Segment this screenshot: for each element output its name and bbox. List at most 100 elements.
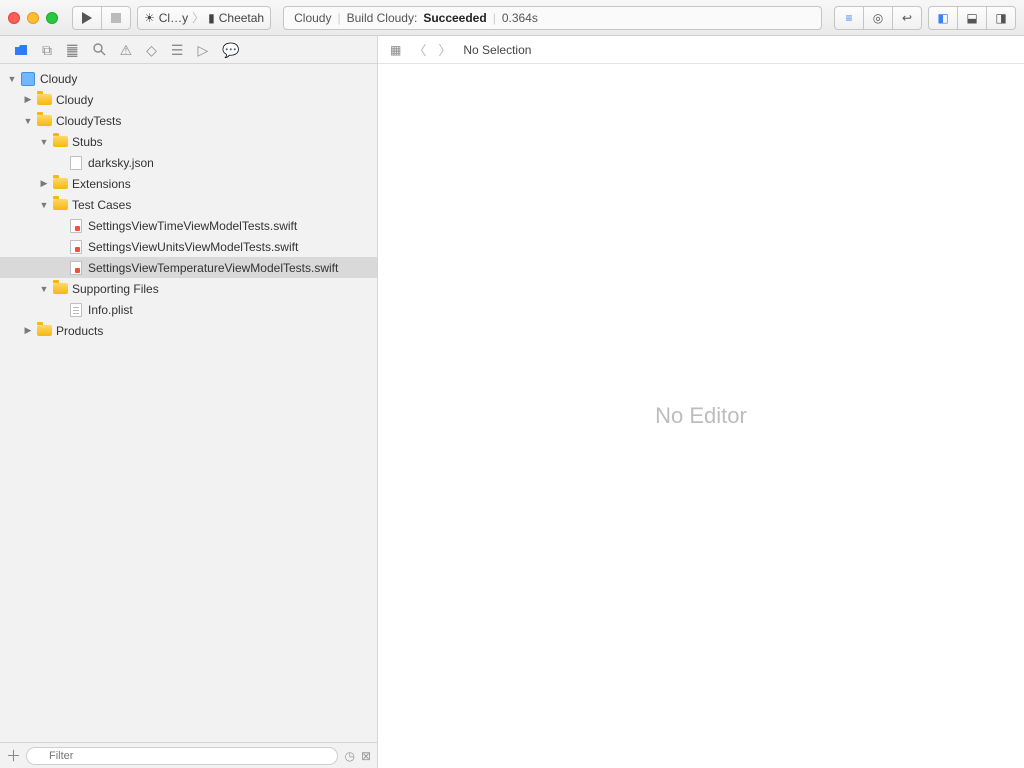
tree-row[interactable]: ▼ Stubs — [0, 131, 377, 152]
tree-row-label: Info.plist — [88, 303, 371, 317]
close-window-button[interactable] — [8, 12, 20, 24]
test-navigator-tab[interactable]: ◇ — [146, 43, 157, 57]
toggle-navigator-button[interactable]: ◧ — [928, 6, 958, 30]
project-tree[interactable]: ▼ Cloudy ▶ Cloudy ▼ CloudyTests ▼ Stubs darksky.… — [0, 64, 377, 742]
folder-icon — [52, 197, 68, 213]
find-navigator-tab[interactable] — [93, 43, 106, 56]
folder-icon — [52, 134, 68, 150]
disclosure-open-icon[interactable]: ▼ — [38, 200, 50, 210]
navigator-panel: ⧉ ䷀ ⚠ ◇ ☰ ▷ 💬 ▼ Cloudy ▶ Cloudy ▼ CloudyTests… — [0, 36, 378, 768]
version-editor-button[interactable]: ↩ — [892, 6, 922, 30]
minimize-window-button[interactable] — [27, 12, 39, 24]
issue-navigator-tab[interactable]: ⚠ — [120, 43, 133, 57]
report-navigator-tab[interactable]: 💬 — [222, 43, 239, 57]
activity-project: Cloudy — [294, 11, 331, 25]
editor-blank-state: No Editor — [378, 64, 1024, 768]
activity-view: Cloudy | Build Cloudy: Succeeded | 0.364… — [283, 6, 822, 30]
tree-row-label: Cloudy — [40, 72, 371, 86]
tree-row-label: SettingsViewUnitsViewModelTests.swift — [88, 240, 371, 254]
tree-row-label: Products — [56, 324, 371, 338]
tree-row-label: Test Cases — [72, 198, 371, 212]
folder-icon — [52, 176, 68, 192]
tree-row[interactable]: ▼ Test Cases — [0, 194, 377, 215]
tree-row-label: Cloudy — [56, 93, 371, 107]
add-button[interactable]: ＋ — [6, 745, 20, 766]
tree-row[interactable]: ▶ Cloudy — [0, 89, 377, 110]
panel-toggle-group: ◧ ⬓ ◨ — [928, 6, 1016, 30]
disclosure-closed-icon[interactable]: ▶ — [22, 94, 34, 105]
activity-status: Succeeded — [423, 11, 486, 25]
tree-row-label: SettingsViewTemperatureViewModelTests.sw… — [88, 261, 371, 275]
nav-back-button[interactable]: 〈 — [413, 40, 426, 59]
plist-file-icon — [68, 302, 84, 318]
disclosure-open-icon[interactable]: ▼ — [38, 284, 50, 294]
run-stop-group — [72, 6, 131, 30]
scheme-device-label: Cheetah — [219, 11, 264, 25]
tree-row[interactable]: ▼ Cloudy — [0, 68, 377, 89]
related-items-icon[interactable]: ▦ — [390, 43, 401, 57]
window-controls — [8, 12, 58, 24]
tree-row[interactable]: darksky.json — [0, 152, 377, 173]
stop-button[interactable] — [101, 6, 131, 30]
disclosure-open-icon[interactable]: ▼ — [6, 74, 18, 84]
scheme-app-label: Cl…y — [159, 11, 188, 25]
swift-file-icon — [68, 218, 84, 234]
activity-prefix: Build Cloudy: — [347, 11, 418, 25]
tree-row[interactable]: ▼ Supporting Files — [0, 278, 377, 299]
tree-row[interactable]: ▶ Products — [0, 320, 377, 341]
tree-row-label: SettingsViewTimeViewModelTests.swift — [88, 219, 371, 233]
toggle-debug-area-button[interactable]: ⬓ — [957, 6, 987, 30]
symbol-navigator-tab[interactable]: ䷀ — [66, 43, 79, 57]
tree-row-label: CloudyTests — [56, 114, 371, 128]
swift-file-icon — [68, 260, 84, 276]
folder-icon — [36, 92, 52, 108]
tree-row[interactable]: ▼ CloudyTests — [0, 110, 377, 131]
tree-row-label: Extensions — [72, 177, 371, 191]
navigator-tabs: ⧉ ䷀ ⚠ ◇ ☰ ▷ 💬 — [0, 36, 377, 64]
jump-bar: ▦ 〈 〉 No Selection — [378, 36, 1024, 64]
filter-input[interactable] — [26, 747, 338, 765]
toggle-inspector-button[interactable]: ◨ — [986, 6, 1016, 30]
toolbar: ☀ Cl…y 〉 ▮ Cheetah Cloudy | Build Cloudy… — [0, 0, 1024, 36]
folder-icon — [52, 281, 68, 297]
disclosure-closed-icon[interactable]: ▶ — [22, 325, 34, 336]
breakpoint-navigator-tab[interactable]: ▷ — [197, 43, 208, 57]
folder-icon — [36, 323, 52, 339]
main-layout: ⧉ ䷀ ⚠ ◇ ☰ ▷ 💬 ▼ Cloudy ▶ Cloudy ▼ CloudyTests… — [0, 36, 1024, 768]
scheme-separator-icon: 〉 — [192, 9, 204, 26]
assistant-editor-button[interactable]: ◎ — [863, 6, 893, 30]
swift-file-icon — [68, 239, 84, 255]
recent-filter-icon[interactable]: ◷ — [344, 749, 354, 763]
editor-mode-group: ≡ ◎ ↩ — [834, 6, 922, 30]
source-control-navigator-tab[interactable]: ⧉ — [42, 43, 52, 57]
jump-bar-path: No Selection — [463, 43, 531, 57]
debug-navigator-tab[interactable]: ☰ — [171, 43, 184, 57]
tree-row[interactable]: Info.plist — [0, 299, 377, 320]
scm-filter-icon[interactable]: ⊠ — [361, 749, 371, 763]
tree-row-label: Supporting Files — [72, 282, 371, 296]
scheme-app-icon: ☀ — [144, 11, 155, 25]
tree-row[interactable]: SettingsViewTemperatureViewModelTests.sw… — [0, 257, 377, 278]
editor-area: ▦ 〈 〉 No Selection No Editor — [378, 36, 1024, 768]
json-file-icon — [68, 155, 84, 171]
navigator-filter-bar: ＋ ◷ ⊠ — [0, 742, 377, 768]
tree-row-label: Stubs — [72, 135, 371, 149]
scheme-selector[interactable]: ☀ Cl…y 〉 ▮ Cheetah — [137, 6, 271, 30]
device-icon: ▮ — [208, 11, 215, 25]
disclosure-open-icon[interactable]: ▼ — [38, 137, 50, 147]
nav-forward-button[interactable]: 〉 — [438, 40, 451, 59]
tree-row-label: darksky.json — [88, 156, 371, 170]
project-icon — [20, 71, 36, 87]
tree-row[interactable]: SettingsViewTimeViewModelTests.swift — [0, 215, 377, 236]
disclosure-closed-icon[interactable]: ▶ — [38, 178, 50, 189]
zoom-window-button[interactable] — [46, 12, 58, 24]
activity-time: 0.364s — [502, 11, 538, 25]
disclosure-open-icon[interactable]: ▼ — [22, 116, 34, 126]
folder-icon — [36, 113, 52, 129]
tree-row[interactable]: ▶ Extensions — [0, 173, 377, 194]
run-button[interactable] — [72, 6, 102, 30]
editor-placeholder-label: No Editor — [655, 403, 747, 429]
standard-editor-button[interactable]: ≡ — [834, 6, 864, 30]
tree-row[interactable]: SettingsViewUnitsViewModelTests.swift — [0, 236, 377, 257]
project-navigator-tab[interactable] — [14, 44, 28, 56]
